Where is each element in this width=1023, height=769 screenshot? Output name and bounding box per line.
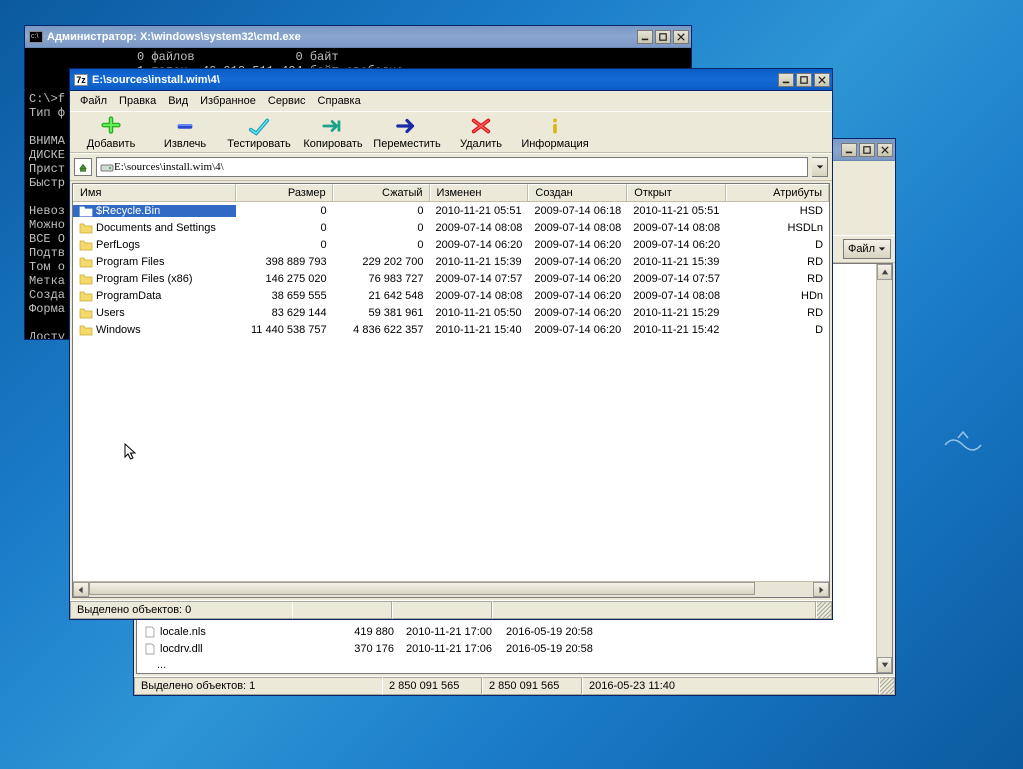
column-header[interactable]: Открыт: [627, 184, 726, 201]
minimize-button[interactable]: [841, 143, 857, 157]
folder-icon: [79, 222, 93, 234]
cmd-title: Администратор: X:\windows\system32\cmd.e…: [47, 31, 301, 43]
toolbar-move-button[interactable]: Переместить: [370, 116, 444, 150]
file-open-button[interactable]: Файл: [843, 239, 891, 259]
maximize-button[interactable]: [859, 143, 875, 157]
scroll-down-button[interactable]: [877, 657, 892, 673]
table-row[interactable]: locdrv.dll370 1762010-11-21 17:062016-05…: [137, 640, 876, 657]
menu-избранное[interactable]: Избранное: [194, 93, 262, 109]
menu-вид[interactable]: Вид: [162, 93, 194, 109]
folder-icon: [79, 290, 93, 302]
table-row[interactable]: PerfLogs002009-07-14 06:202009-07-14 06:…: [73, 236, 829, 253]
column-header[interactable]: Изменен: [430, 184, 529, 201]
close-button[interactable]: [673, 30, 689, 44]
column-headers[interactable]: ИмяРазмерСжатыйИзмененСозданОткрытАтрибу…: [73, 184, 829, 202]
toolbar: ДобавитьИзвлечьТестироватьКопироватьПере…: [70, 111, 832, 153]
scroll-left-button[interactable]: [73, 582, 89, 597]
statusbar: Выделено объектов: 0: [70, 600, 832, 619]
toolbar-delete-button[interactable]: Удалить: [444, 116, 518, 150]
column-header[interactable]: Размер: [236, 184, 333, 201]
app-icon: 7z: [74, 74, 88, 86]
minimize-button[interactable]: [778, 73, 794, 87]
table-row[interactable]: Users83 629 14459 381 9612010-11-21 05:5…: [73, 304, 829, 321]
minimize-button[interactable]: [637, 30, 653, 44]
bg-row-truncated: ...: [157, 659, 166, 671]
scroll-up-button[interactable]: [877, 264, 892, 280]
menu-файл[interactable]: Файл: [74, 93, 113, 109]
add-icon: [99, 116, 123, 136]
folder-icon: [79, 273, 93, 285]
menubar[interactable]: ФайлПравкаВидИзбранноеСервисСправка: [70, 91, 832, 111]
drive-icon: [100, 161, 114, 173]
cmd-titlebar[interactable]: c:\ Администратор: X:\windows\system32\c…: [25, 26, 691, 48]
column-header[interactable]: Сжатый: [333, 184, 430, 201]
scroll-thumb[interactable]: [89, 582, 755, 595]
folder-icon: [79, 239, 93, 251]
window-title: E:\sources\install.wim\4\: [92, 74, 220, 86]
table-row[interactable]: Program Files (x86)146 275 02076 983 727…: [73, 270, 829, 287]
table-row[interactable]: Documents and Settings002009-07-14 08:08…: [73, 219, 829, 236]
bg-rows: locale.nls419 8802010-11-21 17:002016-05…: [137, 623, 876, 657]
bg-vscrollbar[interactable]: [876, 264, 892, 673]
resize-grip[interactable]: [816, 601, 832, 619]
file-rows[interactable]: $Recycle.Bin002010-11-21 05:512009-07-14…: [73, 202, 829, 581]
column-header[interactable]: Создан: [528, 184, 627, 201]
address-input[interactable]: [114, 161, 804, 173]
toolbar-extract-button[interactable]: Извлечь: [148, 116, 222, 150]
extract-icon: [173, 116, 197, 136]
info-icon: [543, 116, 567, 136]
file-icon: [143, 643, 157, 655]
toolbar-test-button[interactable]: Тестировать: [222, 116, 296, 150]
maximize-button[interactable]: [655, 30, 671, 44]
desktop-decor: [943, 430, 983, 460]
menu-сервис[interactable]: Сервис: [262, 93, 312, 109]
move-icon: [395, 116, 419, 136]
bg-statusbar: Выделено объектов: 1 2 850 091 565 2 850…: [134, 676, 895, 695]
column-header[interactable]: Атрибуты: [726, 184, 829, 201]
toolbar-info-button[interactable]: Информация: [518, 116, 592, 150]
maximize-button[interactable]: [796, 73, 812, 87]
folder-icon: [79, 205, 93, 217]
archive-window[interactable]: 7z E:\sources\install.wim\4\ ФайлПравкаВ…: [69, 68, 833, 620]
delete-icon: [469, 116, 493, 136]
folder-icon: [79, 256, 93, 268]
copy-icon: [321, 116, 345, 136]
address-dropdown-button[interactable]: [812, 157, 828, 177]
menu-справка[interactable]: Справка: [312, 93, 367, 109]
table-row[interactable]: locale.nls419 8802010-11-21 17:002016-05…: [137, 623, 876, 640]
titlebar[interactable]: 7z E:\sources\install.wim\4\: [70, 69, 832, 91]
test-icon: [247, 116, 271, 136]
table-row[interactable]: $Recycle.Bin002010-11-21 05:512009-07-14…: [73, 202, 829, 219]
table-row[interactable]: Windows11 440 538 7574 836 622 3572010-1…: [73, 321, 829, 338]
table-row[interactable]: Program Files398 889 793229 202 7002010-…: [73, 253, 829, 270]
up-button[interactable]: [74, 158, 92, 176]
menu-правка[interactable]: Правка: [113, 93, 162, 109]
column-header[interactable]: Имя: [73, 184, 236, 201]
address-field[interactable]: [96, 157, 808, 177]
scroll-right-button[interactable]: [813, 582, 829, 597]
addressbar: [70, 153, 832, 181]
close-button[interactable]: [814, 73, 830, 87]
toolbar-copy-button[interactable]: Копировать: [296, 116, 370, 150]
cmd-icon: c:\: [29, 31, 43, 43]
hscrollbar[interactable]: [73, 581, 829, 597]
folder-icon: [79, 307, 93, 319]
file-list[interactable]: ИмяРазмерСжатыйИзмененСозданОткрытАтрибу…: [72, 183, 830, 598]
table-row[interactable]: ProgramData38 659 55521 642 5482009-07-1…: [73, 287, 829, 304]
close-button[interactable]: [877, 143, 893, 157]
resize-grip[interactable]: [879, 677, 895, 695]
file-icon: [143, 626, 157, 638]
folder-icon: [79, 324, 93, 336]
toolbar-add-button[interactable]: Добавить: [74, 116, 148, 150]
